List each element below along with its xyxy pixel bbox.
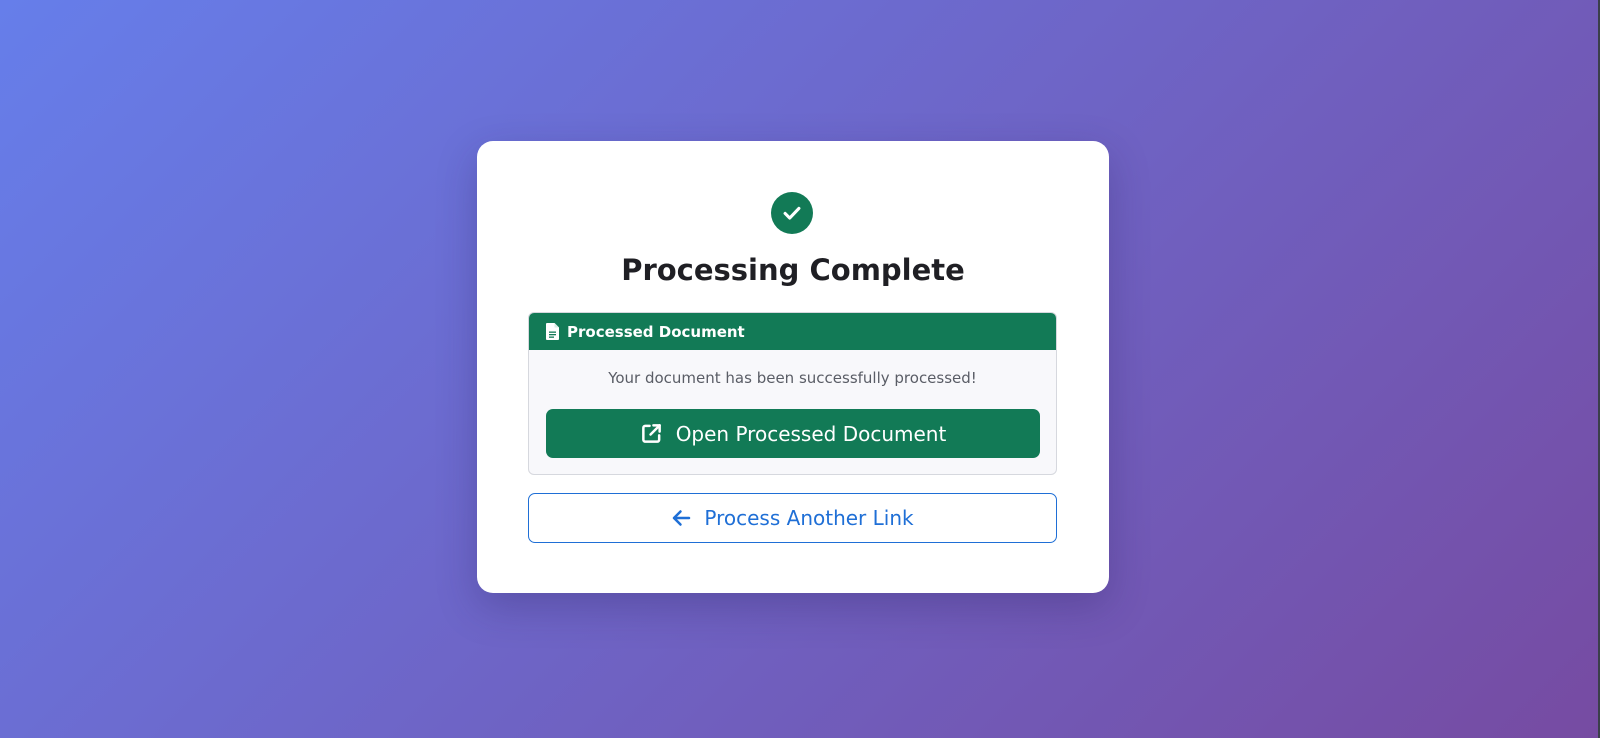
process-another-link-button[interactable]: Process Another Link <box>528 493 1057 543</box>
process-another-link-label: Process Another Link <box>704 506 914 530</box>
external-link-icon <box>640 422 663 445</box>
success-message: Your document has been successfully proc… <box>608 369 977 387</box>
panel-header-label: Processed Document <box>567 322 745 341</box>
page-title: Processing Complete <box>621 253 965 287</box>
processed-document-panel: Processed Document Your document has bee… <box>528 312 1057 475</box>
open-processed-document-label: Open Processed Document <box>675 421 947 446</box>
file-document-icon <box>546 323 559 340</box>
check-circle-icon <box>771 192 813 234</box>
open-processed-document-button[interactable]: Open Processed Document <box>546 409 1040 458</box>
panel-header: Processed Document <box>529 313 1056 350</box>
arrow-left-icon <box>671 509 691 527</box>
